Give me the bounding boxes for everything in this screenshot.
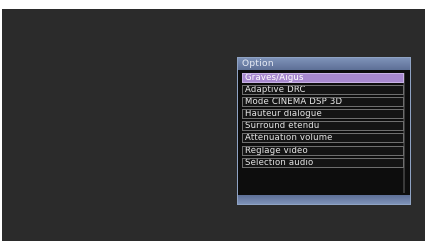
menu-item-hauteur-dialogue[interactable]: Hauteur dialogue <box>242 109 404 120</box>
menu-item-surround-etendu[interactable]: Surround étendu <box>242 121 404 132</box>
screen: Option Graves/Aigus Adaptive DRC Mode CI… <box>0 0 432 250</box>
menu-item-graves-aigus[interactable]: Graves/Aigus <box>242 73 404 83</box>
menu-item-adaptive-drc[interactable]: Adaptive DRC <box>242 85 404 96</box>
option-menu: Option Graves/Aigus Adaptive DRC Mode CI… <box>237 57 411 205</box>
menu-footer <box>238 195 410 204</box>
menu-item-attenuation-volume[interactable]: Atténuation volume <box>242 133 404 144</box>
menu-item-reglage-video[interactable]: Réglage vidéo <box>242 145 404 156</box>
menu-list: Graves/Aigus Adaptive DRC Mode CINEMA DS… <box>242 73 404 170</box>
menu-title: Option <box>238 58 410 70</box>
menu-item-cinema-dsp-3d[interactable]: Mode CINEMA DSP 3D <box>242 97 404 108</box>
menu-item-selection-audio[interactable]: Sélection audio <box>242 157 404 168</box>
